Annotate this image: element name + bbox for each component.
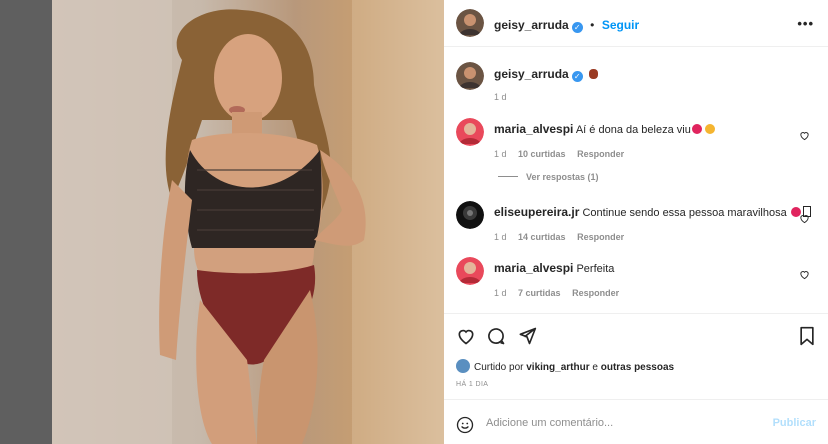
commenter-avatar[interactable] <box>456 257 484 285</box>
author-avatar[interactable] <box>456 62 484 90</box>
save-bookmark-icon[interactable] <box>798 326 816 351</box>
reply-button[interactable]: Responder <box>577 232 624 242</box>
commenter-avatar[interactable] <box>456 118 484 146</box>
photo-figure <box>52 0 444 444</box>
post-side-panel: geisy_arruda ✓ • Seguir ••• geisy_arruda ✓… <box>444 0 828 444</box>
commenter-avatar[interactable] <box>456 201 484 229</box>
comment-bubble-icon[interactable] <box>486 326 506 351</box>
comment-input[interactable] <box>486 414 766 432</box>
view-replies-label: Ver respostas (1) <box>526 172 599 182</box>
share-send-icon[interactable] <box>517 326 537 351</box>
comment-likes[interactable]: 14 curtidas <box>518 232 566 242</box>
comment-username[interactable]: maria_alvespi <box>494 122 573 136</box>
comment-text: Perfeita <box>576 263 615 275</box>
comment-likes[interactable]: 10 curtidas <box>518 149 566 159</box>
liked-by-line: Curtido por viking_arthur e outras pesso… <box>456 359 674 373</box>
view-replies-line <box>498 176 518 177</box>
more-horizontal-icon[interactable]: ••• <box>797 16 814 31</box>
author-avatar[interactable] <box>456 9 484 37</box>
caption-time: 1 d <box>494 92 507 102</box>
like-comment-heart-icon[interactable] <box>799 267 810 285</box>
divider <box>444 313 828 314</box>
comment-likes[interactable]: 7 curtidas <box>518 288 561 298</box>
like-comment-heart-icon[interactable] <box>799 211 810 229</box>
liked-by-prefix: Curtido por <box>474 362 524 373</box>
caption-emoji-icon <box>588 69 598 79</box>
add-comment-bar: Publicar <box>444 400 828 444</box>
liked-by-user[interactable]: viking_arthur <box>526 362 589 373</box>
liked-by-others[interactable]: outras pessoas <box>601 362 674 373</box>
heart-eyes-emoji-icon <box>704 124 715 134</box>
caption-username[interactable]: geisy_arruda <box>494 67 569 81</box>
reply-button[interactable]: Responder <box>577 149 624 159</box>
author-username[interactable]: geisy_arruda <box>494 18 569 32</box>
verified-badge-icon: ✓ <box>571 22 583 33</box>
post-header: geisy_arruda ✓ • Seguir ••• <box>444 0 828 47</box>
comment-time: 1 d <box>494 232 507 242</box>
comment-time: 1 d <box>494 288 507 298</box>
publish-button[interactable]: Publicar <box>773 417 816 429</box>
separator-dot: • <box>590 18 595 32</box>
comment-time: 1 d <box>494 149 507 159</box>
follow-button[interactable]: Seguir <box>602 18 639 32</box>
comment-username[interactable]: eliseupereira.jr <box>494 205 579 219</box>
like-comment-heart-icon[interactable] <box>799 128 810 146</box>
post-action-bar <box>444 322 828 352</box>
emoji-picker-icon[interactable] <box>456 416 474 439</box>
red-heart-emoji-icon <box>691 124 702 134</box>
liked-by-connector: e <box>592 362 598 373</box>
comment-username[interactable]: maria_alvespi <box>494 261 573 275</box>
comment-text: Continue sendo essa pessoa maravilhosa <box>582 207 787 219</box>
post-image[interactable] <box>52 0 444 444</box>
reply-button[interactable]: Responder <box>572 288 619 298</box>
liker-avatar[interactable] <box>456 359 470 373</box>
verified-badge-icon: ✓ <box>571 71 583 82</box>
comment-text: Aí é dona da beleza viu <box>575 124 691 136</box>
post-time-ago[interactable]: HÁ 1 DIA <box>456 381 488 388</box>
view-replies-button[interactable]: Ver respostas (1) <box>498 172 599 182</box>
like-heart-icon[interactable] <box>456 326 476 351</box>
